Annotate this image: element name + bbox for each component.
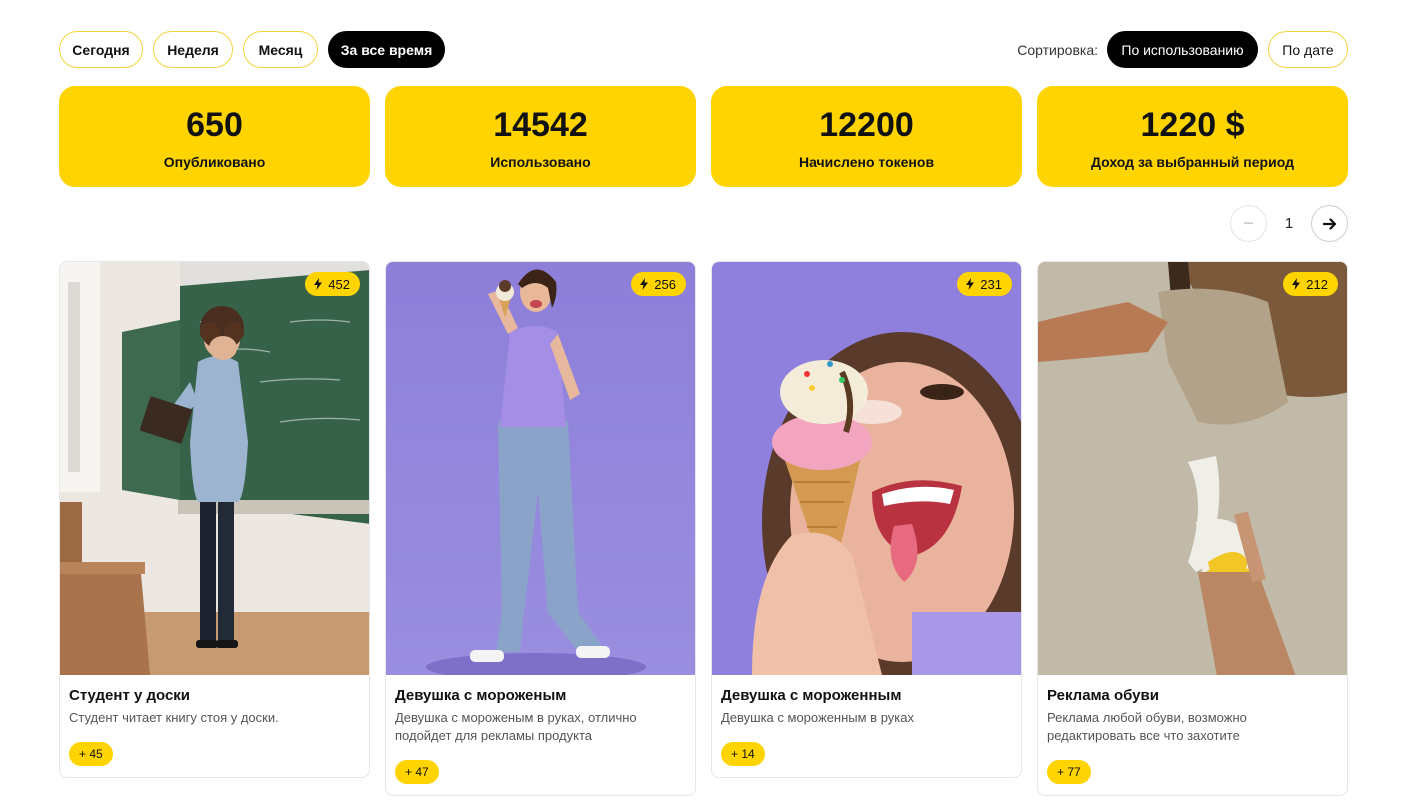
stats-row: 650 Опубликовано 14542 Использовано 1220…: [59, 86, 1348, 187]
stat-tokens: 12200 Начислено токенов: [711, 86, 1022, 187]
pagination: − 1: [1230, 205, 1348, 242]
card-description: Девушка с мороженым в руках, отлично под…: [395, 710, 637, 743]
card-image: 212: [1038, 262, 1347, 675]
reward-badge: + 77: [1047, 760, 1091, 784]
template-card[interactable]: 452 Студент у доски Студент читает книгу…: [59, 261, 370, 778]
template-card[interactable]: 212 Реклама обуви Реклама любой обуви, в…: [1037, 261, 1348, 796]
ice-cream-girl-photo: [386, 262, 695, 675]
stat-label: Использовано: [490, 153, 591, 170]
stat-value: 12200: [819, 105, 914, 144]
card-image: 452: [60, 262, 369, 675]
period-filter: Сегодня Неделя Месяц За все время: [59, 31, 445, 68]
usage-count: 231: [980, 276, 1002, 292]
stat-label: Начислено токенов: [798, 153, 935, 170]
reward-amount: + 45: [79, 747, 103, 761]
card-title: Девушка с мороженым: [395, 687, 567, 704]
reward-badge: + 45: [69, 742, 113, 766]
reward-badge: + 47: [395, 760, 439, 784]
card-title: Студент у доски: [69, 687, 191, 704]
sneaker-ad-photo: [1038, 262, 1347, 675]
filter-bar: Сегодня Неделя Месяц За все время Сортир…: [59, 31, 1348, 68]
stat-label: Доход за выбранный период: [1091, 153, 1294, 170]
template-grid: 452 Студент у доски Студент читает книгу…: [59, 261, 1348, 796]
current-page[interactable]: 1: [1273, 215, 1305, 232]
minus-icon: −: [1243, 213, 1254, 233]
card-image: 256: [386, 262, 695, 675]
lightning-icon: [1292, 278, 1301, 290]
period-all-time-button[interactable]: За все время: [328, 31, 445, 68]
card-description: Девушка с мороженным в руках: [721, 710, 914, 725]
reward-amount: + 77: [1057, 765, 1081, 779]
stat-value: 1220 $: [1140, 105, 1245, 144]
usage-count: 452: [328, 276, 350, 292]
sort-by-usage-button[interactable]: По использованию: [1107, 31, 1258, 68]
stat-used: 14542 Использовано: [385, 86, 696, 187]
student-photo: [60, 262, 369, 675]
lightning-icon: [966, 278, 975, 290]
card-image: 231: [712, 262, 1021, 675]
stat-label: Опубликовано: [163, 153, 266, 170]
stat-value: 14542: [493, 105, 588, 144]
usage-count: 256: [654, 276, 676, 292]
usage-badge: 452: [305, 272, 360, 296]
template-card[interactable]: 256 Девушка с мороженым Девушка с мороже…: [385, 261, 696, 796]
stat-published: 650 Опубликовано: [59, 86, 370, 187]
usage-badge: 231: [957, 272, 1012, 296]
usage-badge: 212: [1283, 272, 1338, 296]
card-title: Девушка с мороженным: [721, 687, 902, 704]
period-week-button[interactable]: Неделя: [153, 31, 233, 68]
card-title: Реклама обуви: [1047, 687, 1159, 704]
reward-badge: + 14: [721, 742, 765, 766]
next-page-button[interactable]: [1311, 205, 1348, 242]
stat-income: 1220 $ Доход за выбранный период: [1037, 86, 1348, 187]
card-description: Студент читает книгу стоя у доски.: [69, 710, 279, 725]
reward-amount: + 47: [405, 765, 429, 779]
stat-value: 650: [186, 105, 243, 144]
usage-count: 212: [1306, 276, 1328, 292]
sort-by-date-button[interactable]: По дате: [1268, 31, 1348, 68]
sort-control: Сортировка: По использованию По дате: [1017, 31, 1348, 68]
period-month-button[interactable]: Месяц: [243, 31, 318, 68]
lightning-icon: [640, 278, 649, 290]
usage-badge: 256: [631, 272, 686, 296]
lightning-icon: [314, 278, 323, 290]
arrow-right-icon: [1322, 217, 1336, 230]
reward-amount: + 14: [731, 747, 755, 761]
prev-page-button[interactable]: −: [1230, 205, 1267, 242]
sort-label: Сортировка:: [1017, 41, 1098, 58]
card-description: Реклама любой обуви, возможно редактиров…: [1047, 710, 1247, 743]
ice-cream-closeup-photo: [712, 262, 1021, 675]
period-today-button[interactable]: Сегодня: [59, 31, 143, 68]
template-card[interactable]: 231 Девушка с мороженным Девушка с морож…: [711, 261, 1022, 778]
